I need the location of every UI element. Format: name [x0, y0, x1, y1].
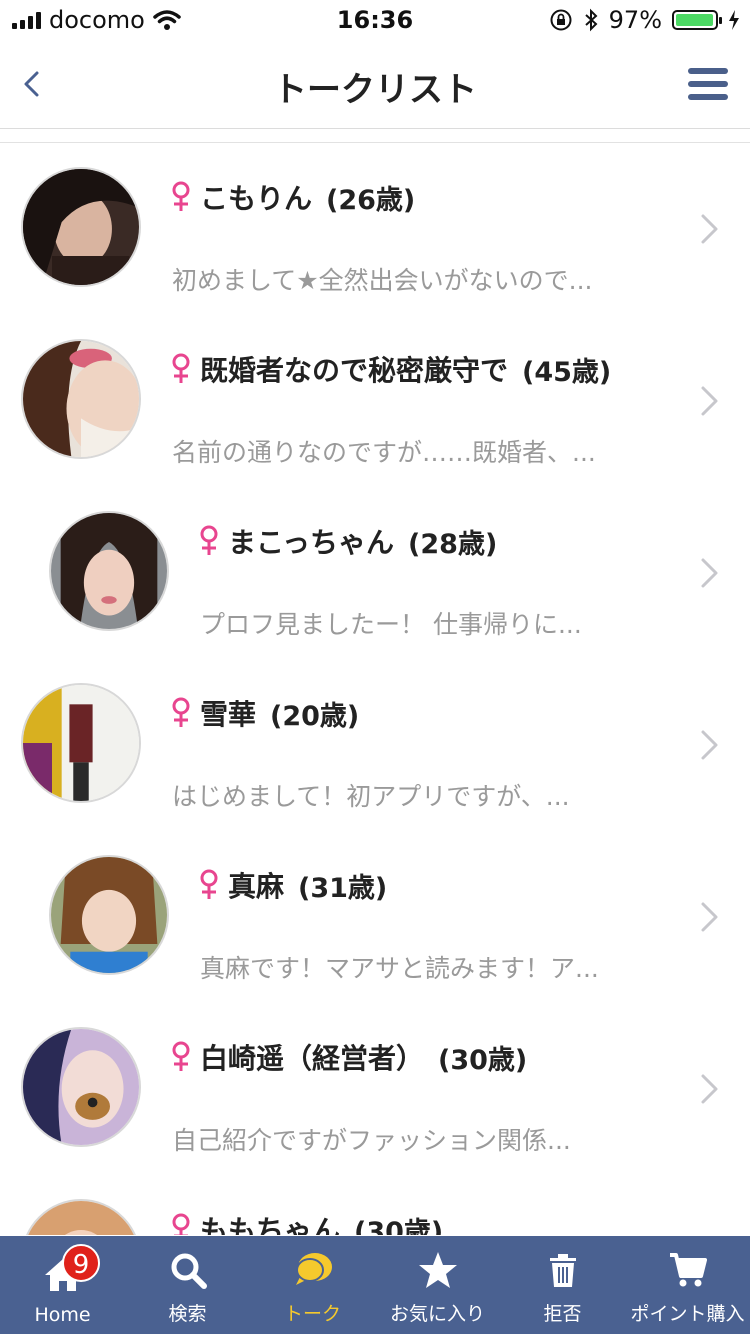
talk-list: こもりん (26歳) 初めまして★全然出会いがないので... 既婚者なので秘密厳…	[0, 143, 750, 1235]
talk-age: (31歳)	[298, 872, 388, 904]
talk-name: 既婚者なので秘密厳守で	[200, 354, 509, 387]
tab-bar: Home 9 検索 トーク お気に入り 拒否 ポイント購入	[0, 1236, 750, 1334]
chat-bubble-icon	[295, 1253, 332, 1285]
avatar	[21, 167, 141, 287]
notification-badge: 9	[62, 1244, 100, 1282]
nav-header: トークリスト	[0, 40, 750, 129]
chevron-right-icon	[701, 902, 718, 932]
talk-header: こもりん (26歳)	[170, 177, 415, 217]
female-icon	[172, 181, 190, 211]
talk-age: (28歳)	[408, 528, 498, 560]
talk-row[interactable]: 真麻 (31歳) 真麻です！マアサと読みます！ア...	[0, 831, 750, 1003]
header-divider	[0, 128, 750, 143]
talk-header: 既婚者なので秘密厳守で (45歳)	[170, 349, 611, 389]
female-icon	[172, 1213, 190, 1235]
status-icons: 97%	[549, 6, 740, 34]
avatar	[21, 339, 141, 459]
chevron-right-icon	[701, 386, 718, 416]
page-title: トークリスト	[273, 70, 477, 110]
star-icon	[418, 1252, 457, 1288]
avatar	[49, 855, 169, 975]
tab-label: Home	[34, 1304, 91, 1326]
bluetooth-icon	[584, 8, 598, 32]
talk-header: まこっちゃん (28歳)	[198, 521, 497, 561]
chevron-right-icon	[701, 1074, 718, 1104]
talk-preview: プロフ見ましたー！ 仕事帰りに...	[200, 610, 582, 639]
talk-name: 白崎遥（経営者）	[200, 1042, 425, 1075]
female-icon	[200, 869, 218, 899]
talk-header: 白崎遥（経営者） (30歳)	[170, 1037, 527, 1077]
avatar	[49, 511, 169, 631]
talk-age: (26歳)	[326, 184, 416, 216]
chevron-right-icon	[701, 730, 718, 760]
tab-talk[interactable]: トーク	[250, 1236, 375, 1334]
talk-preview: 真麻です！マアサと読みます！ア...	[200, 954, 599, 983]
rotation-lock-icon	[550, 9, 572, 31]
tab-buy-points[interactable]: ポイント購入	[625, 1236, 750, 1334]
tab-label: ポイント購入	[630, 1303, 745, 1325]
tab-label: 拒否	[543, 1303, 582, 1325]
talk-preview: はじめまして！初アプリですが、...	[172, 782, 570, 811]
talk-age: (20歳)	[270, 700, 360, 732]
avatar	[21, 1027, 141, 1147]
female-icon	[172, 1041, 190, 1071]
battery-icon	[672, 10, 722, 30]
talk-name: こもりん	[200, 182, 313, 215]
talk-preview: 名前の通りなのですが……既婚者、...	[172, 438, 596, 467]
tab-block[interactable]: 拒否	[500, 1236, 625, 1334]
tab-favorites[interactable]: お気に入り	[375, 1236, 500, 1334]
talk-row[interactable]: こもりん (26歳) 初めまして★全然出会いがないので...	[0, 143, 750, 315]
tab-label: お気に入り	[389, 1303, 485, 1325]
trash-icon	[549, 1254, 576, 1287]
tab-label: 検索	[168, 1303, 207, 1325]
tab-home[interactable]: Home 9	[0, 1236, 125, 1334]
tab-label: トーク	[283, 1303, 341, 1325]
talk-age: (45歳)	[522, 356, 612, 388]
talk-header: ももちゃん (30歳)	[170, 1209, 443, 1235]
female-icon	[200, 525, 218, 555]
talk-row[interactable]: 白崎遥（経営者） (30歳) 自己紹介ですがファッション関係...	[0, 1003, 750, 1175]
talk-header: 真麻 (31歳)	[198, 865, 387, 905]
avatar	[21, 683, 141, 803]
chevron-right-icon	[701, 214, 718, 244]
talk-row[interactable]: ももちゃん (30歳)	[0, 1175, 750, 1235]
talk-row[interactable]: 既婚者なので秘密厳守で (45歳) 名前の通りなのですが……既婚者、...	[0, 315, 750, 487]
talk-preview: 初めまして★全然出会いがないので...	[172, 266, 593, 295]
hamburger-menu-icon[interactable]	[688, 68, 728, 104]
tab-search[interactable]: 検索	[125, 1236, 250, 1334]
talk-name: 雪華	[200, 698, 257, 731]
talk-name: ももちゃん	[200, 1214, 341, 1235]
talk-preview: 自己紹介ですがファッション関係...	[172, 1126, 571, 1155]
female-icon	[172, 697, 190, 727]
talk-row[interactable]: まこっちゃん (28歳) プロフ見ましたー！ 仕事帰りに...	[0, 487, 750, 659]
chevron-right-icon	[701, 558, 718, 588]
talk-age: (30歳)	[354, 1216, 444, 1236]
status-bar: docomo 16:36 97%	[0, 0, 750, 40]
battery-percent: 97%	[608, 6, 662, 34]
avatar	[21, 1199, 141, 1235]
search-icon	[171, 1253, 207, 1289]
talk-name: 真麻	[228, 870, 285, 903]
talk-header: 雪華 (20歳)	[170, 693, 359, 733]
cart-icon	[669, 1253, 707, 1287]
female-icon	[172, 353, 190, 383]
talk-name: まこっちゃん	[228, 526, 395, 559]
charging-icon	[729, 10, 739, 30]
talk-age: (30歳)	[438, 1044, 528, 1076]
talk-row[interactable]: 雪華 (20歳) はじめまして！初アプリですが、...	[0, 659, 750, 831]
